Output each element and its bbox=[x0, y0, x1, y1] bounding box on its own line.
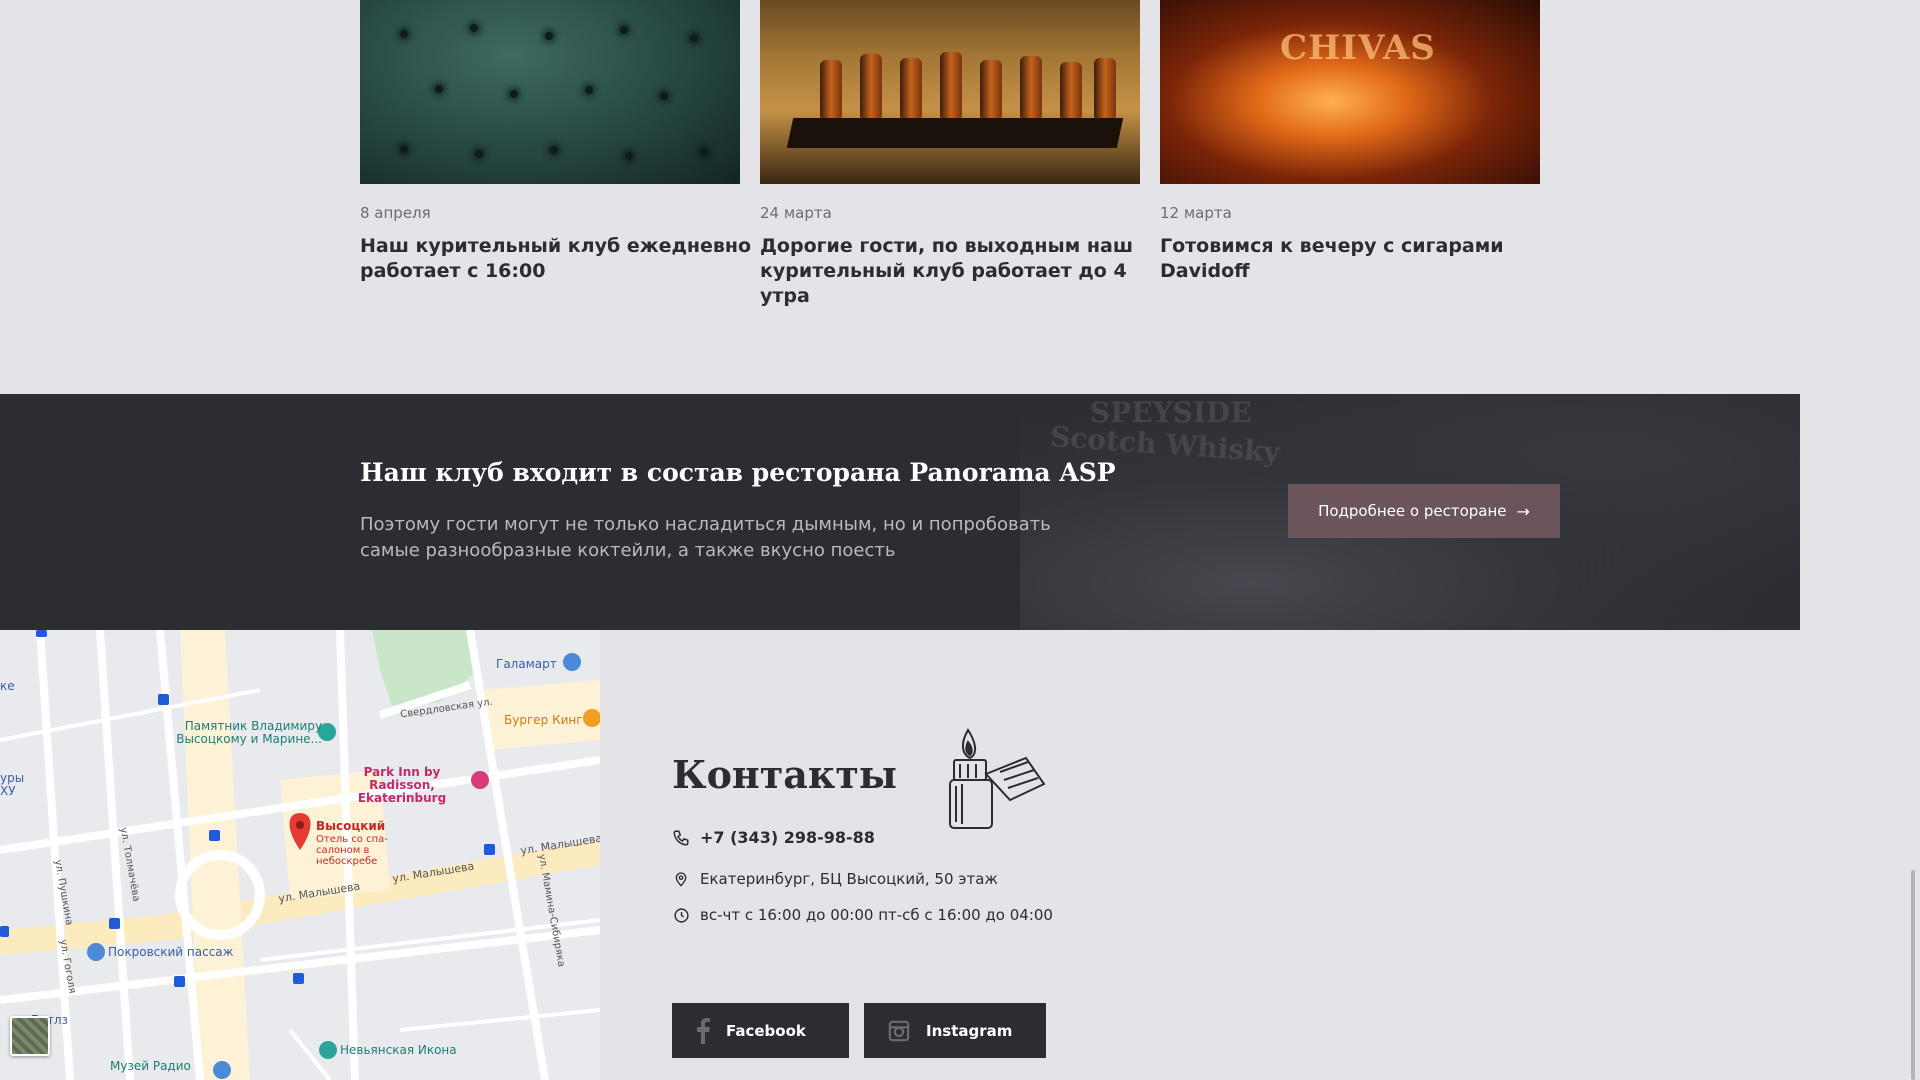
map-label-pokrovsky: Покровский пассаж bbox=[108, 945, 234, 959]
banner-text: Поэтому гости могут не только насладитьс… bbox=[360, 514, 1051, 561]
instagram-button[interactable]: Instagram bbox=[864, 1003, 1046, 1058]
lighter-icon bbox=[940, 724, 1050, 838]
address-text: Екатеринбург, БЦ Высоцкий, 50 этаж bbox=[700, 870, 998, 888]
news-card[interactable]: 24 марта Дорогие гости, по выходным наш … bbox=[760, 0, 1140, 307]
satellite-view-toggle[interactable] bbox=[10, 1016, 50, 1056]
news-title[interactable]: Дорогие гости, по выходным наш курительн… bbox=[760, 234, 1160, 309]
map-label-galamart: Галамарт bbox=[496, 657, 557, 671]
restaurant-details-button[interactable]: Подробнее о ресторане → bbox=[1288, 484, 1560, 538]
arrow-right-icon: → bbox=[1516, 501, 1530, 521]
facebook-button[interactable]: Facebook bbox=[672, 1003, 849, 1058]
map-label-vysotsky[interactable]: Высоцкий bbox=[316, 820, 385, 833]
map-canvas[interactable] bbox=[0, 630, 600, 1080]
news-date: 12 марта bbox=[1160, 204, 1232, 222]
restaurant-details-label: Подробнее о ресторане bbox=[1318, 502, 1507, 520]
map-label-burger-king: Бургер Кинг bbox=[504, 713, 583, 727]
news-image-sofa[interactable] bbox=[360, 0, 740, 184]
map-label-edge: ке bbox=[0, 679, 15, 693]
map[interactable]: Галамарт Бургер Кинг Памятник Владимиру … bbox=[0, 630, 600, 1080]
instagram-icon bbox=[888, 1020, 910, 1042]
news-section: 8 апреля Наш курительный клуб ежедневно … bbox=[0, 0, 1800, 394]
news-image-glass[interactable]: CHIVAS bbox=[1160, 0, 1540, 184]
phone-number[interactable]: +7 (343) 298-98-88 bbox=[700, 828, 875, 847]
clock-icon bbox=[672, 906, 690, 924]
news-date: 8 апреля bbox=[360, 204, 431, 222]
news-card[interactable]: CHIVAS 12 марта Готовимся к вечеру с сиг… bbox=[1160, 0, 1540, 282]
scrollbar-thumb[interactable] bbox=[1911, 870, 1915, 1080]
chivas-logo-text: CHIVAS bbox=[1280, 28, 1436, 68]
map-label-vysotsky-sub: Отель со спа-салоном в небоскребе bbox=[316, 834, 388, 867]
hours-text: вс-чт с 16:00 до 00:00 пт-сб с 16:00 до … bbox=[700, 906, 1053, 924]
restaurant-banner: SPEYSIDE Scotch Whisky Наш клуб входит в… bbox=[0, 394, 1800, 630]
phone-icon bbox=[672, 829, 690, 847]
facebook-label: Facebook bbox=[726, 1021, 806, 1040]
map-label-edge: ХУ bbox=[0, 784, 16, 798]
map-label-museum-radio: Музей Радио bbox=[110, 1059, 191, 1073]
map-label-park-inn: Park Inn by Radisson, Ekaterinburg bbox=[357, 765, 447, 805]
facebook-icon bbox=[696, 1017, 710, 1044]
news-image-bar[interactable] bbox=[760, 0, 1140, 184]
contact-phone[interactable]: +7 (343) 298-98-88 bbox=[672, 828, 875, 847]
map-label-monument: Памятник Владимиру Высоцкому и Марине... bbox=[176, 719, 322, 746]
instagram-label: Instagram bbox=[926, 1021, 1013, 1040]
map-pin-icon bbox=[672, 870, 690, 888]
contact-address: Екатеринбург, БЦ Высоцкий, 50 этаж bbox=[672, 870, 998, 888]
news-date: 24 марта bbox=[760, 204, 832, 222]
contacts-title: Контакты bbox=[672, 752, 897, 797]
map-label-nevyanskaya: Невьянская Икона bbox=[340, 1043, 457, 1057]
news-title[interactable]: Наш курительный клуб ежедневно работает … bbox=[360, 234, 760, 284]
news-card[interactable]: 8 апреля Наш курительный клуб ежедневно … bbox=[360, 0, 751, 282]
contact-hours: вс-чт с 16:00 до 00:00 пт-сб с 16:00 до … bbox=[672, 906, 1053, 924]
banner-title: Наш клуб входит в состав ресторана Panor… bbox=[360, 458, 1116, 487]
news-title[interactable]: Готовимся к вечеру с сигарами Davidoff bbox=[1160, 234, 1560, 284]
